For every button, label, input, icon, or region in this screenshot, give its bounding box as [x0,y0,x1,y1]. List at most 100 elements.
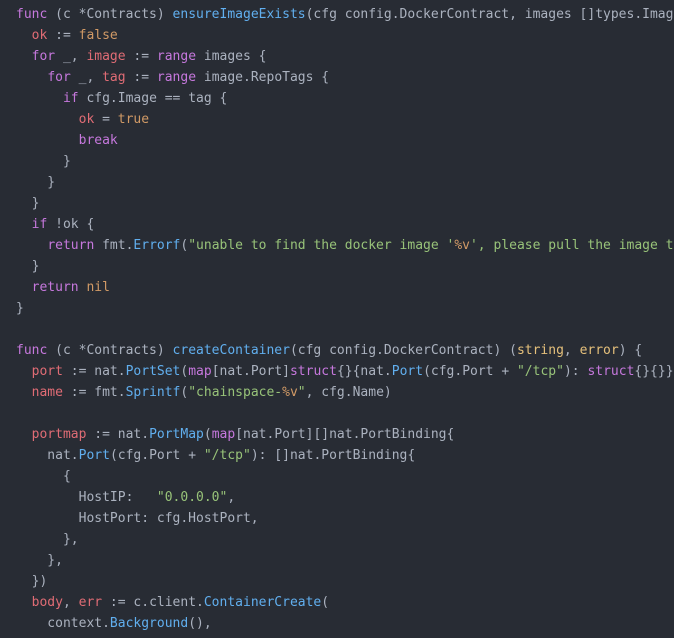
code-line: port := nat.PortSet(map[nat.Port]struct{… [16,361,674,382]
code-token-var: name [31,385,63,400]
code-token-plain: := c.client. [102,595,204,610]
code-token-keyword: func [16,7,48,22]
code-token-string: " [297,385,306,400]
code-line: HostPort: cfg.HostPort, [16,508,674,529]
code-token-func: Port [391,364,424,379]
code-token-plain: HostIP: [16,490,157,505]
code-token-keyword: range [156,70,197,85]
code-token-plain: HostPort: cfg.HostPort, [16,511,259,526]
code-token-plain: (cfg.Port + [109,448,204,463]
code-token-keyword: for [31,49,56,64]
code-line: if cfg.Image == tag { [16,88,674,109]
code-token-plain: }, [16,532,79,547]
code-line: ok := false [16,25,674,46]
code-token-plain: , [227,490,236,505]
code-token-plain: (), [188,616,212,631]
code-token-keyword: map [188,364,212,379]
code-token-string: "0.0.0.0" [156,490,228,505]
code-token-func: PortMap [149,427,204,442]
code-line: context.Background(), [16,613,674,634]
code-token-plain: image.RepoTags { [196,70,330,85]
code-token-plain: ( [203,427,212,442]
code-token-keyword: break [78,133,118,148]
code-token-var: portmap [31,427,87,442]
code-line: nat.Port(cfg.Port + "/tcp"): []nat.PortB… [16,445,674,466]
code-token-plain: (c *Contracts) [47,343,173,358]
code-token-plain: (cfg config.DockerContract) ( [289,343,517,358]
code-line: name := fmt.Sprintf("chainspace-%v", cfg… [16,382,674,403]
code-line: body, err := c.client.ContainerCreate( [16,592,674,613]
code-token-func: Sprintf [125,385,181,400]
code-lines: func (c *Contracts) ensureImageExists(cf… [16,4,674,634]
code-token-plain: , cfg.Name) [305,385,392,400]
code-line: for _, tag := range image.RepoTags { [16,67,674,88]
code-line: break [16,130,674,151]
code-token-const: true [117,112,150,127]
code-token-plain: } [16,259,40,274]
code-token-plain: := fmt. [62,385,126,400]
code-line: HostIP: "0.0.0.0", [16,487,674,508]
code-token-var: ok [31,28,48,43]
code-token-plain: (cfg config.DockerContract, images []typ… [305,7,674,22]
code-token-keyword: for [47,70,71,85]
code-token-func: PortSet [125,364,181,379]
code-editor[interactable]: func (c *Contracts) ensureImageExists(cf… [0,0,674,638]
code-token-plain: }) [16,574,48,589]
code-token-plain: [nat.Port][]nat.PortBinding{ [235,427,455,442]
code-line: func (c *Contracts) ensureImageExists(cf… [16,4,674,25]
code-token-type: error [579,343,619,358]
code-token-plain: , [563,343,580,358]
code-token-const: nil [86,280,110,295]
code-token-plain: } [16,301,24,316]
code-token-plain: images { [196,49,267,64]
code-token-keyword: return [31,280,79,295]
code-token-fmt: %v [454,238,470,253]
code-line: }) [16,571,674,592]
code-line: portmap := nat.PortMap(map[nat.Port][]na… [16,424,674,445]
code-line: } [16,172,674,193]
code-token-func: Background [109,616,189,631]
code-line: func (c *Contracts) createContainer(cfg … [16,340,674,361]
code-token-keyword: func [16,343,48,358]
code-token-plain: := [125,70,157,85]
code-token-plain: _, [70,70,103,85]
code-token-var: image [86,49,126,64]
code-line: }, [16,529,674,550]
code-token-plain: := nat. [86,427,150,442]
code-token-plain: {}{nat. [336,364,392,379]
code-token-plain: !ok { [47,217,95,232]
code-token-plain: ): [563,364,588,379]
code-token-func: ContainerCreate [203,595,322,610]
code-token-string: "chainspace- [188,385,283,400]
code-token-var: body [31,595,63,610]
code-token-plain: (c *Contracts) [47,7,173,22]
code-token-plain: fmt. [94,238,134,253]
code-token-func: Port [78,448,110,463]
code-token-plain: [nat.Port] [211,364,290,379]
code-line: }, [16,550,674,571]
code-token-func: ensureImageExists [172,7,306,22]
code-token-plain: , [62,595,79,610]
code-token-const: false [78,28,118,43]
code-token-plain: }, [16,553,63,568]
code-token-fmt: %v [282,385,298,400]
code-token-keyword: map [211,427,236,442]
code-token-plain: cfg.Image == tag { [78,91,228,106]
code-line: } [16,151,674,172]
code-token-string: ', please pull the image then retry" [469,238,674,253]
code-token-plain: nat. [16,448,79,463]
code-token-type: string [516,343,564,358]
code-line: ok = true [16,109,674,130]
code-token-string: "/tcp" [516,364,564,379]
code-token-plain: := [47,28,79,43]
